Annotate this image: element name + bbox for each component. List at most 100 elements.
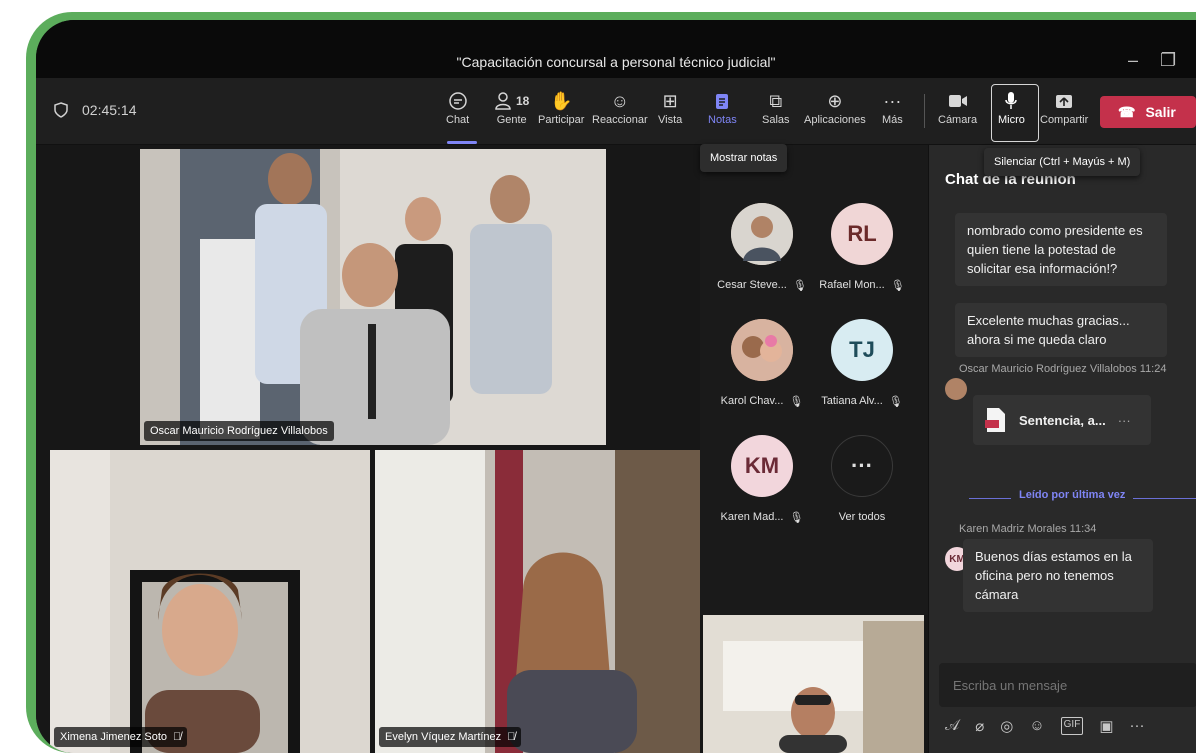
title-bar: "Capacitación concursal a personal técni… — [36, 20, 1196, 78]
name-label-main: Oscar Mauricio Rodríguez Villalobos — [144, 421, 334, 441]
more-icon: ··· — [831, 435, 893, 497]
roster-item[interactable]: Cesar Steve... 🎙 — [712, 203, 812, 292]
raise-hand-button[interactable]: ✋ Participar — [538, 88, 585, 127]
grid-icon: ⊞ — [662, 90, 678, 111]
mic-label: Micro — [998, 114, 1025, 126]
pdf-file-icon — [985, 408, 1005, 432]
notes-button[interactable]: Notas — [708, 88, 737, 126]
more-options-icon[interactable]: ··· — [1118, 411, 1131, 430]
meeting-timer: 02:45:14 — [54, 102, 137, 118]
self-view-feed — [703, 601, 924, 753]
avatar: RL — [831, 203, 893, 265]
chat-panel: Chat de la reunión nombrado como preside… — [928, 145, 1196, 753]
share-label: Compartir — [1040, 114, 1089, 126]
view-label: Vista — [658, 114, 683, 126]
participant-name: Ximena Jimenez Soto — [60, 731, 167, 743]
roster-name: Tatiana Alv... 🎙 — [821, 395, 903, 408]
timer-text: 02:45:14 — [82, 102, 137, 118]
apps-button[interactable]: ⊕ Aplicaciones — [804, 88, 866, 127]
participant-roster: Cesar Steve... 🎙 RL Rafael Mon... 🎙 Karol … — [700, 145, 928, 615]
people-icon: 18 — [494, 88, 529, 114]
roster-item[interactable]: KM Karen Mad... 🎙 — [712, 435, 812, 524]
roster-item[interactable]: RL Rafael Mon... 🎙 — [812, 203, 912, 292]
avatar: KM — [731, 435, 793, 497]
video-tile-main: Oscar Mauricio Rodríguez Villalobos — [140, 149, 606, 445]
chat-message[interactable]: Excelente muchas gracias... ahora si me … — [955, 303, 1167, 357]
meeting-toolbar: 02:45:14 Chat 18 Gente ✋ Participar ☺ Re… — [36, 78, 1196, 145]
raise-hand-label: Participar — [538, 114, 585, 126]
view-all-button[interactable]: ··· Ver todos — [812, 435, 912, 523]
attach-icon[interactable]: ⌀ — [975, 717, 984, 735]
more-label: Más — [882, 114, 903, 126]
apps-icon: ⊕ — [827, 90, 843, 111]
chat-active-indicator — [447, 141, 477, 144]
mic-off-icon: 🎙 — [888, 396, 903, 408]
video-feed-main — [140, 149, 606, 445]
minimize-button[interactable]: – — [1128, 50, 1138, 71]
share-button[interactable]: Compartir — [1040, 88, 1088, 126]
raise-hand-icon: ✋ — [550, 90, 573, 111]
roster-name: Cesar Steve... 🎙 — [717, 279, 807, 292]
composer-toolbar: 𝒜 ⌀ ◎ ☺ GIF ▣ ··· — [945, 717, 1145, 735]
react-label: Reaccionar — [592, 114, 648, 126]
toolbar-divider — [924, 94, 925, 128]
smiley-icon: ☺ — [610, 90, 630, 111]
leave-label: Salir — [1145, 104, 1176, 120]
roster-item[interactable]: Karol Chav... 🎙 — [712, 319, 812, 408]
read-marker-label: Leído por última vez — [1011, 489, 1134, 501]
view-all-label: Ver todos — [838, 511, 886, 523]
loop-icon[interactable]: ◎ — [1000, 717, 1013, 735]
sticker-icon[interactable]: ▣ — [1099, 717, 1113, 735]
notes-label: Notas — [708, 114, 737, 126]
attachment-name: Sentencia, a... — [1019, 412, 1106, 428]
mic-off-icon: 🎙 — [789, 512, 804, 524]
chat-message[interactable]: Buenos días estamos en la oficina pero n… — [963, 539, 1153, 612]
chat-message[interactable]: nombrado como presidente es quien tiene … — [955, 213, 1167, 286]
mic-off-icon: 🎙 — [789, 396, 804, 408]
teams-window: "Capacitación concursal a personal técni… — [36, 20, 1196, 753]
hang-up-icon: ☎ — [1118, 103, 1136, 120]
share-icon — [1055, 88, 1073, 114]
video-tile-ximena: Ximena Jimenez Soto 🎙̸ — [50, 450, 370, 753]
mic-off-icon: 🎙 — [890, 280, 905, 292]
gif-icon[interactable]: GIF — [1060, 717, 1084, 735]
video-tile-evelyn: Evelyn Víquez Martínez 🎙̸ — [375, 450, 700, 753]
avatar — [731, 319, 793, 381]
format-icon[interactable]: 𝒜 — [945, 717, 959, 735]
message-sender-time: Oscar Mauricio Rodríguez Villalobos 11:2… — [959, 363, 1167, 375]
camera-icon — [948, 88, 968, 114]
message-composer — [939, 663, 1196, 707]
attachment-card[interactable]: Sentencia, a... ··· — [973, 395, 1151, 445]
view-button[interactable]: ⊞ Vista — [658, 88, 683, 127]
mic-off-icon: 🎙̸ — [507, 731, 516, 743]
avatar — [945, 378, 967, 400]
name-label-evelyn: Evelyn Víquez Martínez 🎙̸ — [379, 727, 522, 747]
message-sender-time: Karen Madriz Morales 11:34 — [959, 523, 1097, 535]
people-count: 18 — [516, 94, 530, 108]
roster-name: Karol Chav... 🎙 — [720, 395, 804, 408]
react-button[interactable]: ☺ Reaccionar — [592, 88, 648, 127]
avatar: TJ — [831, 319, 893, 381]
leave-button[interactable]: ☎ Salir — [1100, 96, 1196, 128]
roster-item[interactable]: TJ Tatiana Alv... 🎙 — [812, 319, 912, 408]
more-icon[interactable]: ··· — [1130, 717, 1145, 735]
camera-button[interactable]: Cámara — [938, 88, 977, 126]
microphone-icon — [1004, 88, 1018, 114]
people-button[interactable]: 18 Gente — [494, 88, 529, 126]
more-button[interactable]: ··· Más — [882, 88, 903, 127]
video-feed-ximena — [50, 450, 370, 753]
chat-button[interactable]: Chat — [446, 88, 469, 126]
message-input[interactable] — [951, 677, 1185, 694]
restore-button[interactable]: ❐ — [1160, 50, 1176, 71]
more-icon: ··· — [883, 90, 902, 111]
roster-name: Karen Mad... 🎙 — [720, 511, 804, 524]
apps-label: Aplicaciones — [804, 114, 866, 126]
mic-button[interactable]: Micro — [998, 88, 1025, 126]
shield-icon — [54, 102, 68, 118]
emoji-icon[interactable]: ☺ — [1029, 717, 1044, 735]
people-label: Gente — [496, 114, 527, 126]
mic-off-icon: 🎙̸ — [173, 731, 182, 743]
chat-label: Chat — [446, 114, 470, 126]
rooms-label: Salas — [762, 114, 790, 126]
rooms-button[interactable]: ⧉ Salas — [762, 88, 790, 127]
